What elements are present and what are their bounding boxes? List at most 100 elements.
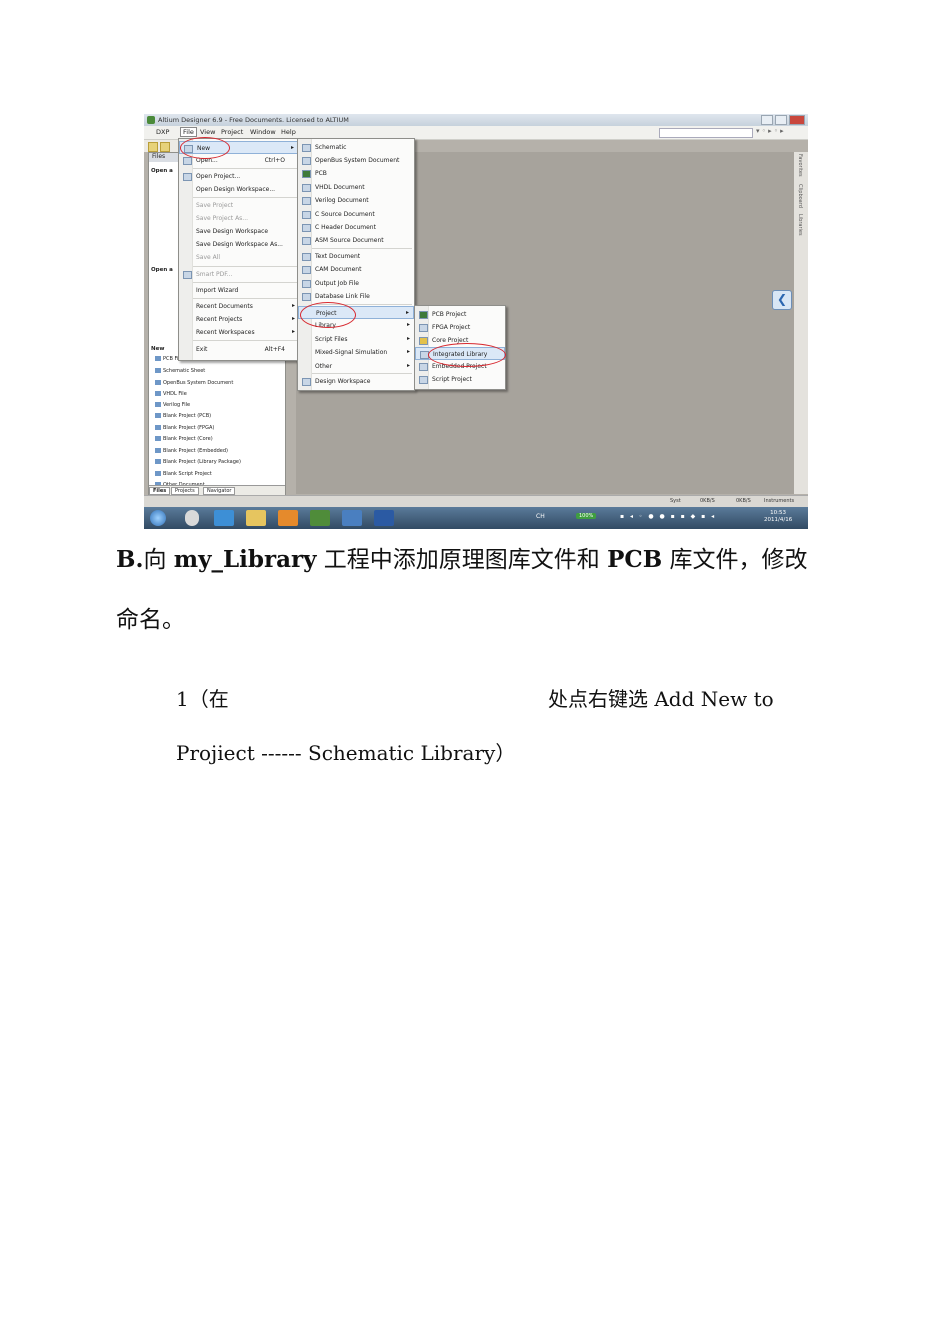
minimize-button[interactable] <box>761 115 773 125</box>
menu-item-smart-pdf[interactable]: Smart PDF... <box>179 268 299 281</box>
menu-item-fpga-project[interactable]: FPGA Project <box>415 321 505 334</box>
list-item[interactable]: Blank Project (Embedded) <box>155 448 228 454</box>
menu-item-cam-document[interactable]: CAM Document <box>298 263 414 276</box>
menu-item-script-project[interactable]: Script Project <box>415 373 505 386</box>
tab-clipboard[interactable]: Clipboard <box>797 184 803 208</box>
menu-item-save-workspace-as[interactable]: Save Design Workspace As... <box>179 238 299 251</box>
menu-item-save-workspace[interactable]: Save Design Workspace <box>179 225 299 238</box>
tab-navigator[interactable]: Navigator <box>203 487 236 495</box>
menu-item-c-source[interactable]: C Source Document <box>298 208 414 221</box>
cam-icon <box>302 266 311 274</box>
menu-item-openbus[interactable]: OpenBus System Document <box>298 154 414 167</box>
list-item[interactable]: Schematic Sheet <box>155 368 205 374</box>
browser-c-icon[interactable] <box>185 510 199 526</box>
menu-file[interactable]: File <box>180 127 197 137</box>
menu-item-pcb-project[interactable]: PCB Project <box>415 308 505 321</box>
menu-item-other[interactable]: Other ▸ <box>298 360 414 373</box>
status-download: 0KB/S <box>736 498 751 504</box>
menu-item-recent-projects[interactable]: Recent Projects ▸ <box>179 313 299 326</box>
status-bar: Syst 0KB/S 0KB/S Instruments <box>144 495 808 507</box>
menu-item-mixed-signal[interactable]: Mixed-Signal Simulation ▸ <box>298 346 414 359</box>
workspace-icon <box>302 378 311 386</box>
media-player-icon[interactable] <box>278 510 298 526</box>
list-item[interactable]: OpenBus System Document <box>155 380 233 386</box>
altium-app-icon <box>147 116 155 124</box>
zoom-badge[interactable]: 100% <box>576 513 597 519</box>
openbus-icon <box>302 157 311 165</box>
tab-libraries[interactable]: Libraries <box>797 214 803 236</box>
annotation-circle-new <box>180 137 230 159</box>
menu-item-schematic[interactable]: Schematic <box>298 141 414 154</box>
open-document-section[interactable]: Open a <box>151 168 173 174</box>
status-instruments[interactable]: Instruments <box>764 498 794 504</box>
menu-item-database-link[interactable]: Database Link File <box>298 290 414 303</box>
status-upload: 0KB/S <box>700 498 715 504</box>
new-doc-icon[interactable] <box>148 142 158 152</box>
software-screenshot: Altium Designer 6.9 - Free Documents. Li… <box>144 114 808 529</box>
altium-taskbar-icon[interactable] <box>310 510 330 526</box>
menu-dxp[interactable]: DXP <box>156 128 169 136</box>
menu-help[interactable]: Help <box>281 128 296 136</box>
ime-indicator[interactable]: CH <box>536 513 545 520</box>
list-item[interactable]: VHDL File <box>155 391 187 397</box>
start-button-icon[interactable] <box>150 510 166 526</box>
step-instruction-prefix: 1（在 <box>176 687 229 711</box>
file-menu: New ▸ Open... Ctrl+O Open Project... Open … <box>178 138 300 361</box>
menu-item-verilog[interactable]: Verilog Document <box>298 194 414 207</box>
menu-project[interactable]: Project <box>221 128 243 136</box>
menu-item-recent-workspaces[interactable]: Recent Workspaces ▸ <box>179 326 299 339</box>
menu-item-text-document[interactable]: Text Document <box>298 250 414 263</box>
menu-item-save-all[interactable]: Save All <box>179 251 299 264</box>
menu-item-pcb[interactable]: PCB <box>298 167 414 180</box>
tab-favorites[interactable]: Favorites <box>797 154 803 177</box>
file-explorer-icon[interactable] <box>246 510 266 526</box>
window-title: Altium Designer 6.9 - Free Documents. Li… <box>158 116 349 124</box>
list-item[interactable]: Blank Project (PCB) <box>155 413 211 419</box>
menu-item-design-workspace[interactable]: Design Workspace <box>298 375 414 388</box>
internet-explorer-icon[interactable] <box>214 510 234 526</box>
menu-item-vhdl[interactable]: VHDL Document <box>298 181 414 194</box>
c-header-icon <box>302 224 311 232</box>
menu-item-asm-source[interactable]: ASM Source Document <box>298 234 414 247</box>
list-item[interactable]: Verilog File <box>155 402 190 408</box>
menu-item-import-wizard[interactable]: Import Wizard <box>179 284 299 297</box>
word-taskbar-icon[interactable] <box>374 510 394 526</box>
menu-item-c-header[interactable]: C Header Document <box>298 221 414 234</box>
menu-item-open-workspace[interactable]: Open Design Workspace... <box>179 183 299 196</box>
menu-item-recent-documents[interactable]: Recent Documents ▸ <box>179 300 299 313</box>
search-input[interactable] <box>659 128 753 138</box>
menu-item-save-project[interactable]: Save Project <box>179 199 299 212</box>
menu-item-script-files[interactable]: Script Files ▸ <box>298 333 414 346</box>
list-item[interactable]: Blank Project (Library Package) <box>155 459 241 465</box>
navigation-arrows-icon[interactable]: ▾ ◦ ▸ ◦ ▸ <box>756 127 784 135</box>
taskbar-clock[interactable]: 10:53 2011/4/16 <box>764 510 792 524</box>
annotation-circle-project <box>300 302 356 328</box>
open-folder-icon[interactable] <box>160 142 170 152</box>
list-item[interactable]: Blank Script Project <box>155 471 212 477</box>
menu-item-save-project-as[interactable]: Save Project As... <box>179 212 299 225</box>
step-instruction-suffix: 处点右键选 Add New to <box>548 687 774 711</box>
tab-projects[interactable]: Projects <box>171 487 199 495</box>
app-taskbar-icon[interactable] <box>342 510 362 526</box>
list-item[interactable]: Blank Project (Core) <box>155 436 213 442</box>
pdf-icon <box>183 271 192 279</box>
new-section[interactable]: New <box>151 346 164 352</box>
menu-item-output-job[interactable]: Output Job File <box>298 277 414 290</box>
maximize-button[interactable] <box>775 115 787 125</box>
menu-item-exit[interactable]: Exit Alt+F4 <box>179 343 299 356</box>
windows-taskbar: CH 100% ▪ ◂ ◦ ● ● ▪ ▪ ◆ ▪ ◂ 10:53 2011/4… <box>144 507 808 529</box>
system-tray-icons[interactable]: ▪ ◂ ◦ ● ● ▪ ▪ ◆ ▪ ◂ <box>620 513 716 520</box>
database-icon <box>302 293 311 301</box>
menu-view[interactable]: View <box>200 128 215 136</box>
pcb-icon <box>302 170 311 178</box>
vhdl-icon <box>302 184 311 192</box>
close-button[interactable] <box>789 115 805 125</box>
list-item[interactable]: Blank Project (FPGA) <box>155 425 214 431</box>
open-project-section[interactable]: Open a <box>151 267 173 273</box>
back-arrow-icon[interactable]: ❮ <box>772 290 792 310</box>
c-source-icon <box>302 211 311 219</box>
menu-window[interactable]: Window <box>250 128 276 136</box>
menu-item-open-project[interactable]: Open Project... <box>179 170 299 183</box>
tab-files[interactable]: Files <box>149 487 171 495</box>
status-system[interactable]: Syst <box>670 498 681 504</box>
